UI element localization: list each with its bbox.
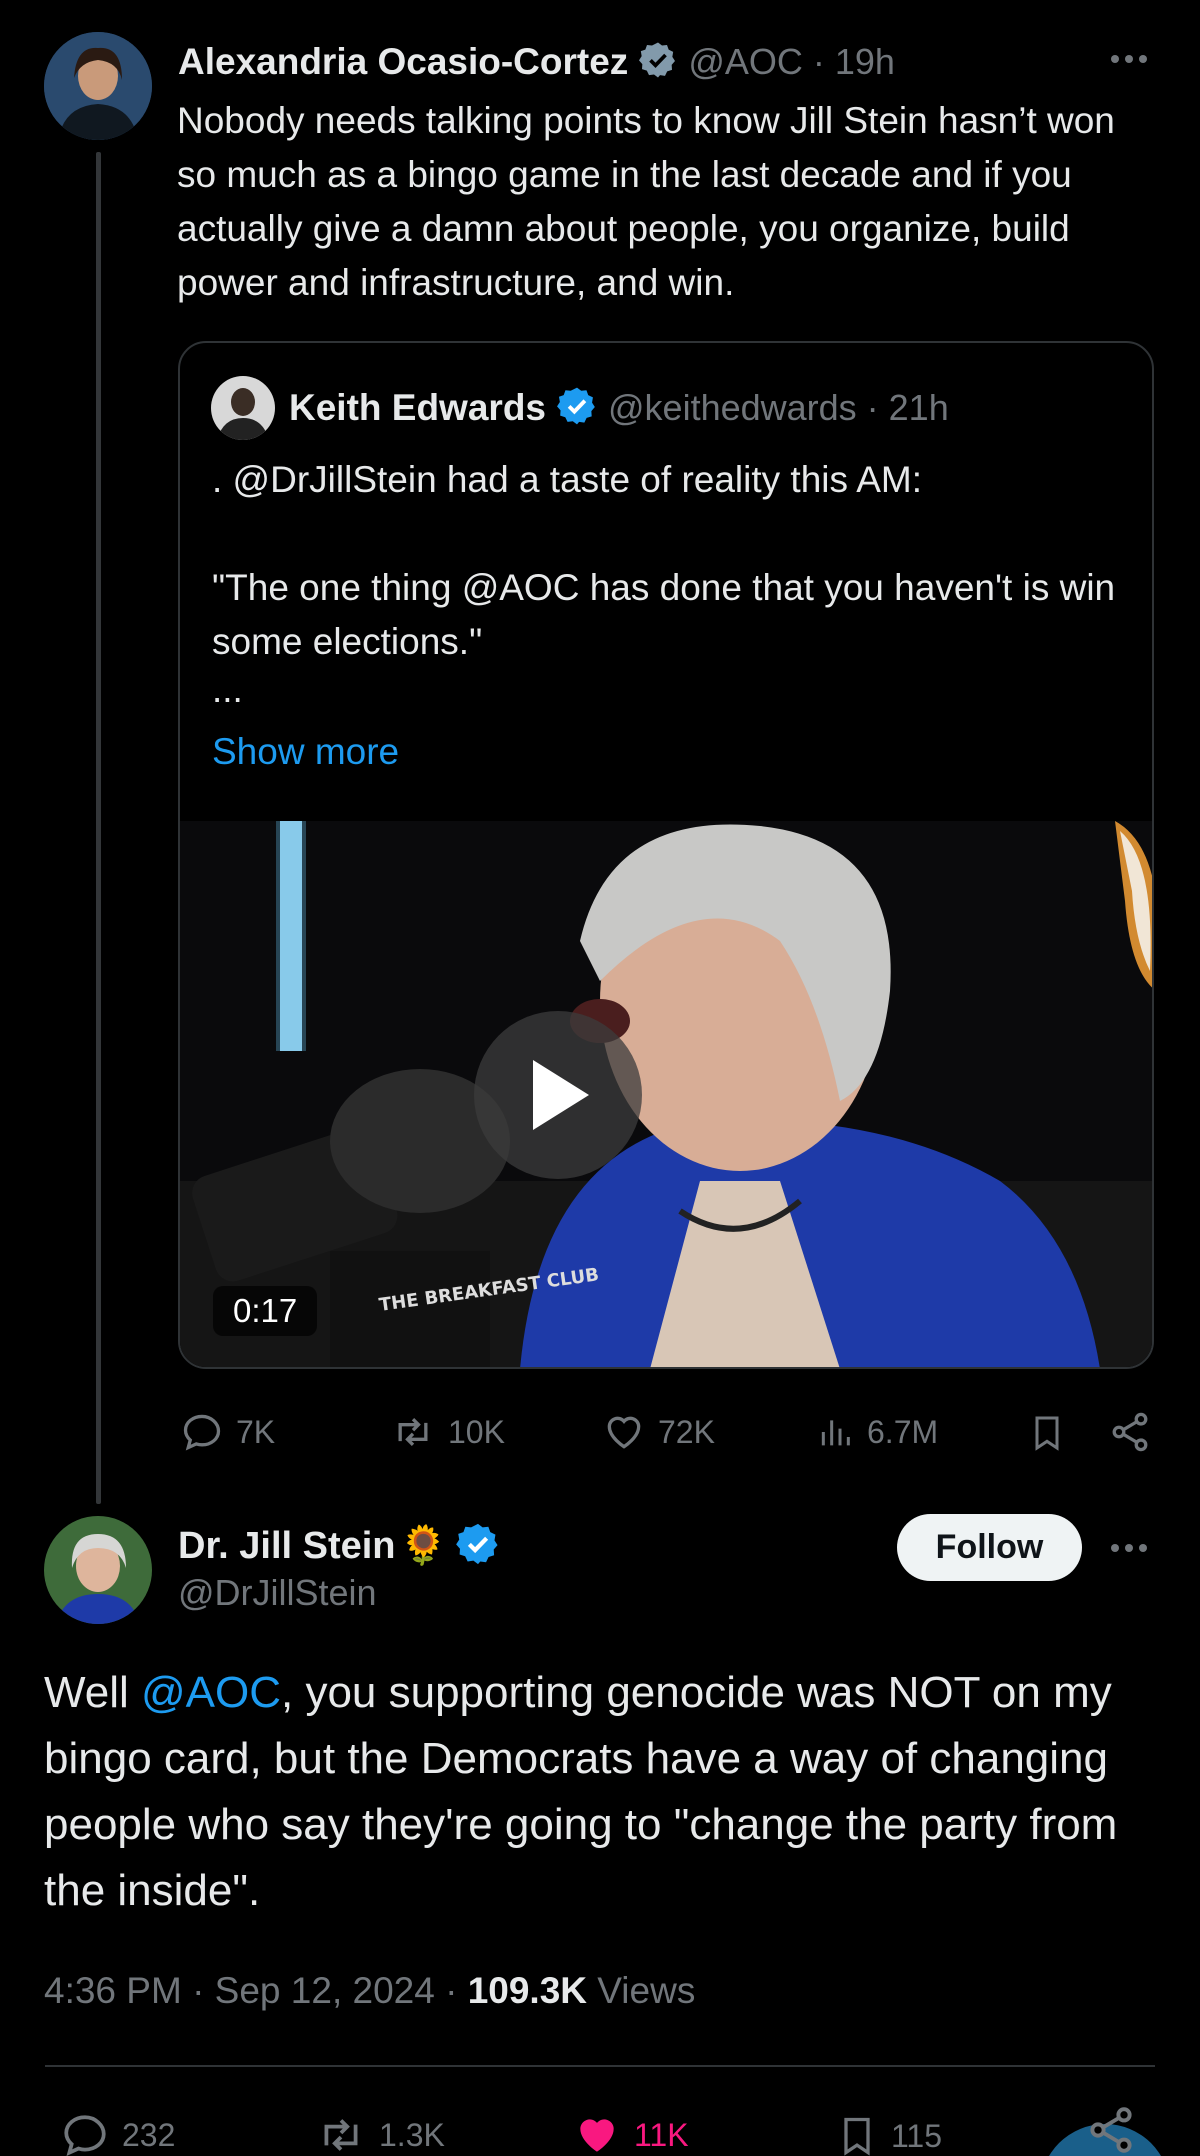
stein-text-before: Well [44,1668,141,1717]
tweet-views-label: Views [587,1970,696,2011]
stein-display-name[interactable]: Dr. Jill Stein [178,1525,396,1568]
thread-connector-line [96,152,101,1504]
tweet-views-count: 109.3K [467,1970,588,2011]
avatar-aoc[interactable] [44,32,152,140]
keith-display-name[interactable]: Keith Edwards [289,387,546,429]
video-thumbnail: THE BREAKFAST CLUB [180,821,1152,1367]
repost-count: 10K [448,1413,505,1450]
bookmark-button[interactable] [1027,1410,1067,1456]
like-button[interactable]: 11K [572,2110,689,2156]
stein-tweet-text: Well @AOC, you supporting genocide was N… [44,1660,1154,1924]
verified-blue-icon [455,1521,501,1572]
video-duration-badge: 0:17 [213,1286,318,1336]
reply-icon [183,1414,221,1451]
share-icon [1112,1412,1148,1452]
heart-filled-icon [580,2119,614,2152]
show-more-link[interactable]: Show more [212,725,399,779]
repost-button[interactable]: 10K [390,1410,505,1454]
verified-blue-icon [556,385,598,432]
aoc-mention-link[interactable]: @AOC [141,1668,281,1717]
keith-handle[interactable]: @keithedwards [608,387,857,429]
reply-icon [64,2115,106,2156]
reply-count: 7K [236,1413,276,1450]
views-count: 6.7M [867,1413,939,1450]
aoc-handle[interactable]: @AOC [688,41,803,83]
aoc-time[interactable]: · 19h [813,41,895,83]
avatar-jill-stein[interactable] [44,1516,152,1624]
video-player[interactable]: THE BREAKFAST CLUB 0:17 [180,821,1152,1367]
quote-header: Keith Edwards @keithedwards · 21h [289,381,949,435]
share-icon [1090,2107,1132,2153]
quote-line-1: . @DrJillStein had a taste of reality th… [212,459,923,500]
aoc-header: Alexandria Ocasio-Cortez @AOC · 19h [178,36,895,88]
play-button[interactable] [474,1011,642,1179]
aoc-tweet-text: Nobody needs talking points to know Jill… [177,100,1115,303]
bookmark-button[interactable]: 115 [835,2110,942,2156]
views-button[interactable]: 6.7M [815,1410,938,1454]
like-count: 11K [634,2116,689,2153]
bookmark-icon [844,2117,870,2156]
like-button[interactable]: 72K [602,1410,715,1454]
verified-gray-icon [638,40,678,85]
more-options-icon[interactable] [1111,55,1147,63]
share-button[interactable] [1108,1410,1152,1454]
bookmark-icon [1035,1416,1059,1451]
quoted-tweet-card[interactable]: Keith Edwards @keithedwards · 21h . @DrJ… [178,341,1154,1369]
sunflower-emoji: 🌻 [399,1525,447,1567]
tweet-metadata: 4:36 PM · Sep 12, 2024 · 109.3K Views [44,1970,695,2012]
repost-count: 1.3K [379,2116,445,2153]
like-count: 72K [658,1413,715,1450]
reply-button[interactable]: 7K [180,1410,275,1454]
share-button[interactable] [1085,2104,1137,2156]
stein-handle[interactable]: @DrJillStein [178,1572,377,1614]
quote-line-2: "The one thing @AOC has done that you ha… [212,567,1116,662]
repost-icon [324,2119,358,2151]
play-icon [533,1060,589,1130]
views-icon [821,1420,850,1446]
repost-button[interactable]: 1.3K [315,2110,445,2156]
tweet-timestamp[interactable]: 4:36 PM · Sep 12, 2024 · [44,1970,468,2011]
reply-count: 232 [122,2116,176,2153]
aoc-display-name[interactable]: Alexandria Ocasio-Cortez [178,41,628,83]
reply-button[interactable]: 232 [60,2110,175,2156]
stein-header: Dr. Jill Stein 🌻 [178,1518,501,1574]
bookmark-count: 115 [891,2117,943,2154]
more-options-icon[interactable] [1111,1544,1147,1552]
quote-ellipsis: ... [212,669,243,710]
heart-icon [607,1416,641,1449]
repost-icon [398,1417,428,1447]
avatar-keith[interactable] [211,376,275,440]
keith-time[interactable]: · 21h [867,387,949,429]
follow-button[interactable]: Follow [897,1514,1082,1581]
divider [45,2065,1155,2067]
